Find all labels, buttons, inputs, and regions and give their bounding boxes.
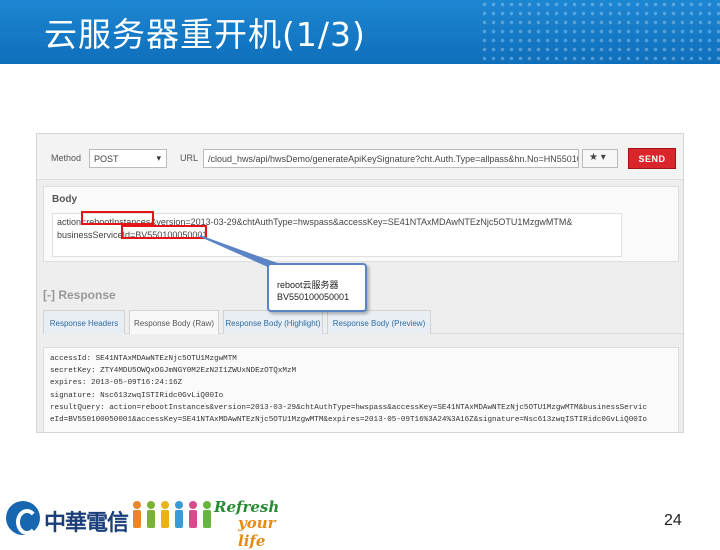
response-line: secretKey: ZTY4MDU5OWQxOGJmNGY0M2EzN2I1Z… bbox=[50, 367, 297, 376]
method-label: Method bbox=[51, 153, 82, 163]
request-toolbar: Method POST ▾ URL /cloud_hws/api/hwsDemo… bbox=[37, 134, 683, 180]
tab-response-body-raw[interactable]: Response Body (Raw) bbox=[129, 310, 219, 334]
body-panel: Body action=rebootInstances&version=2013… bbox=[43, 186, 679, 262]
callout-line-2: BV550100050001 bbox=[277, 292, 350, 302]
highlight-serviceid-box bbox=[121, 225, 207, 239]
banner-dot-pattern bbox=[480, 0, 720, 64]
response-body-raw: accessId: SE41NTAxMDAwNTEzNjc5OTU1MzgwMT… bbox=[43, 347, 679, 432]
cht-logo-icon bbox=[6, 501, 40, 535]
annotation-callout: reboot云服务器 BV550100050001 bbox=[267, 263, 367, 312]
slide-title: 云服务器重开机(1/3) bbox=[44, 15, 366, 54]
method-select[interactable]: POST ▾ bbox=[89, 149, 167, 168]
response-line: accessId: SE41NTAxMDAwNTEzNjc5OTU1MzgwMT… bbox=[50, 355, 237, 363]
tab-response-body-highlight[interactable]: Response Body (Highlight) bbox=[223, 310, 323, 334]
title-banner: 云服务器重开机(1/3) bbox=[0, 0, 720, 64]
highlight-action-box bbox=[81, 211, 154, 225]
url-input[interactable]: /cloud_hws/api/hwsDemo/generateApiKeySig… bbox=[203, 149, 579, 168]
response-line: eId=BV550100050001&accessKey=SE41NTAxMDA… bbox=[50, 416, 647, 425]
slogan-your-life: your life bbox=[238, 514, 276, 550]
chevron-down-icon: ▾ bbox=[156, 153, 161, 163]
tab-response-headers[interactable]: Response Headers bbox=[43, 310, 125, 334]
response-line: signature: Nsc613zwqISTIRidc0GvLiQ00Io bbox=[50, 391, 224, 400]
response-line: resultQuery: action=rebootInstances&vers… bbox=[50, 403, 647, 412]
send-button[interactable]: SEND bbox=[628, 148, 676, 169]
people-figures-icon bbox=[133, 501, 211, 528]
page-number: 24 bbox=[664, 512, 682, 529]
response-line: expires: 2013-05-09T16:24:16Z bbox=[50, 379, 183, 388]
method-value: POST bbox=[94, 154, 119, 164]
tab-response-body-preview[interactable]: Response Body (Preview) bbox=[327, 310, 431, 334]
company-name: 中華電信 bbox=[44, 511, 129, 536]
callout-line-1: reboot云服务器 bbox=[277, 280, 339, 290]
footer-logo: 中華電信 Refresh your life bbox=[6, 497, 306, 550]
star-icon[interactable]: ★ ▾ bbox=[582, 149, 618, 168]
body-title: Body bbox=[52, 194, 77, 205]
response-tabs: Response Headers Response Body (Raw) Res… bbox=[43, 310, 683, 334]
response-title[interactable]: [-] Response bbox=[43, 288, 116, 302]
url-label: URL bbox=[180, 153, 199, 163]
